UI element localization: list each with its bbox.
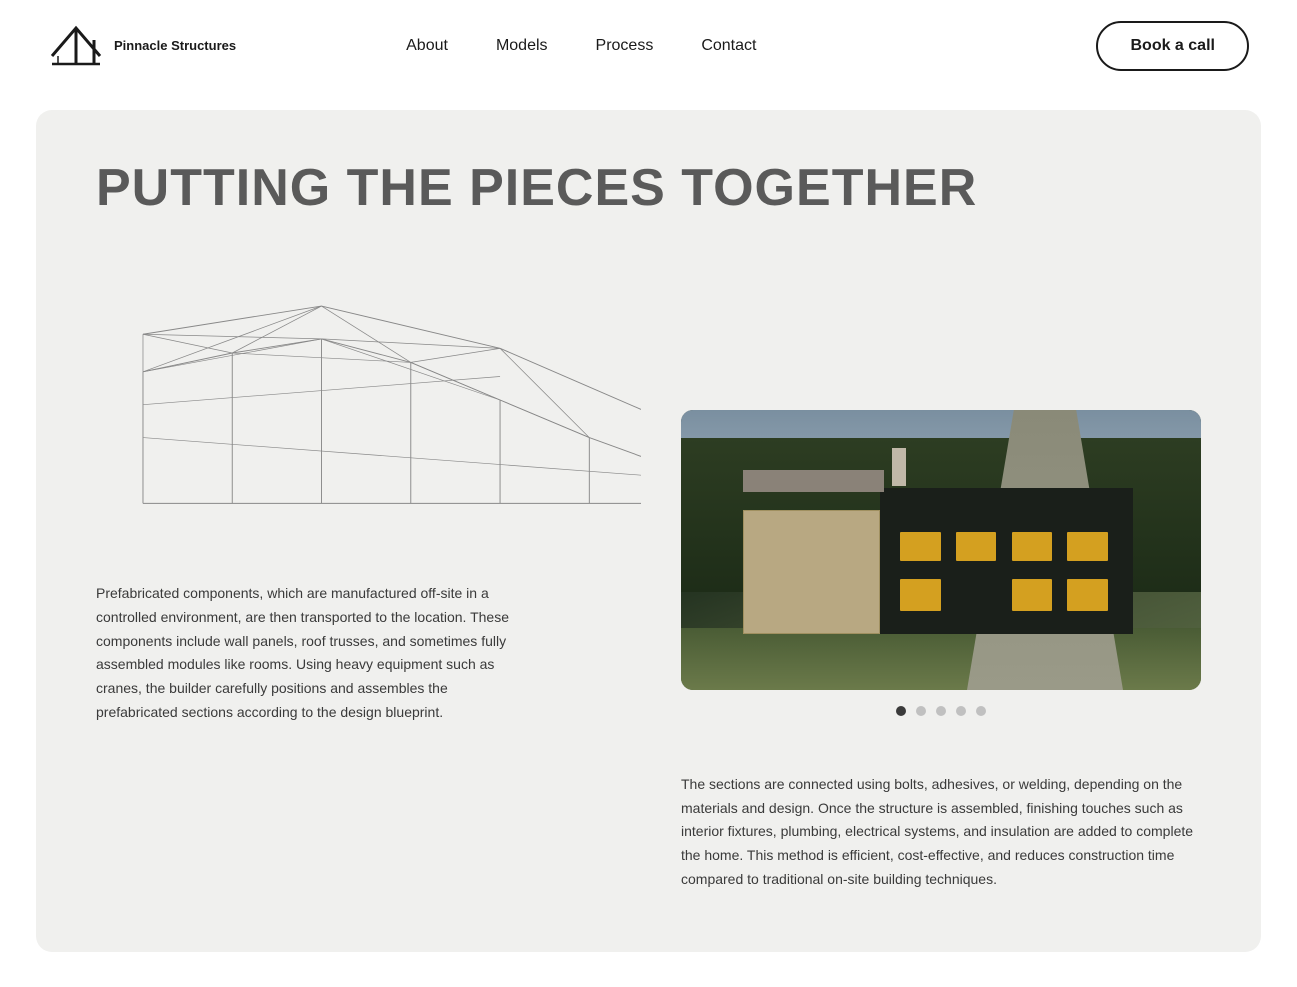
nav-item-contact[interactable]: Contact — [701, 37, 756, 55]
left-section: Prefabricated components, which are manu… — [96, 250, 641, 725]
description-paragraph-2: The sections are connected using bolts, … — [681, 773, 1201, 892]
window-2 — [956, 532, 997, 561]
carousel-dot-4[interactable] — [956, 706, 966, 716]
nav-links: About Models Process Contact — [406, 37, 756, 55]
carousel-dot-2[interactable] — [916, 706, 926, 716]
carousel-dot-5[interactable] — [976, 706, 986, 716]
window-1 — [900, 532, 941, 561]
nav-item-process[interactable]: Process — [596, 37, 654, 55]
carousel-dot-3[interactable] — [936, 706, 946, 716]
ground-bg — [681, 628, 1201, 690]
nav-link-contact[interactable]: Contact — [701, 37, 756, 54]
window-7 — [1067, 579, 1108, 611]
nav-link-process[interactable]: Process — [596, 37, 654, 54]
house-left-wall — [743, 510, 880, 634]
page-title: PUTTING THE PIECES TOGETHER — [96, 158, 1201, 218]
logo-text: Pinnacle Structures — [114, 38, 236, 55]
book-call-button[interactable]: Book a call — [1096, 21, 1248, 71]
window-6 — [1012, 579, 1053, 611]
house-photo-inner — [681, 410, 1201, 690]
chimney — [892, 448, 906, 486]
bottom-text-section: The sections are connected using bolts, … — [96, 773, 1201, 892]
logo[interactable]: Pinnacle Structures — [48, 18, 236, 74]
right-image-section — [681, 410, 1201, 716]
house-body — [743, 488, 1133, 634]
nav-link-models[interactable]: Models — [496, 37, 548, 54]
window-4 — [1067, 532, 1108, 561]
description-paragraph-1: Prefabricated components, which are manu… — [96, 582, 526, 725]
window-3 — [1012, 532, 1053, 561]
window-5 — [900, 579, 941, 611]
nav-item-about[interactable]: About — [406, 37, 448, 55]
roof-left — [743, 470, 883, 492]
logo-icon — [48, 18, 104, 74]
house-photo — [681, 410, 1201, 690]
carousel-dots — [896, 706, 986, 716]
navigation: Pinnacle Structures About Models Process… — [0, 0, 1297, 92]
content-top-section: Prefabricated components, which are manu… — [96, 250, 1201, 725]
main-content: PUTTING THE PIECES TOGETHER — [36, 110, 1261, 952]
blueprint-svg — [96, 250, 641, 550]
nav-item-models[interactable]: Models — [496, 37, 548, 55]
carousel-dot-1[interactable] — [896, 706, 906, 716]
nav-link-about[interactable]: About — [406, 37, 448, 54]
blueprint-diagram — [96, 250, 641, 550]
house-right-wall — [880, 488, 1134, 634]
